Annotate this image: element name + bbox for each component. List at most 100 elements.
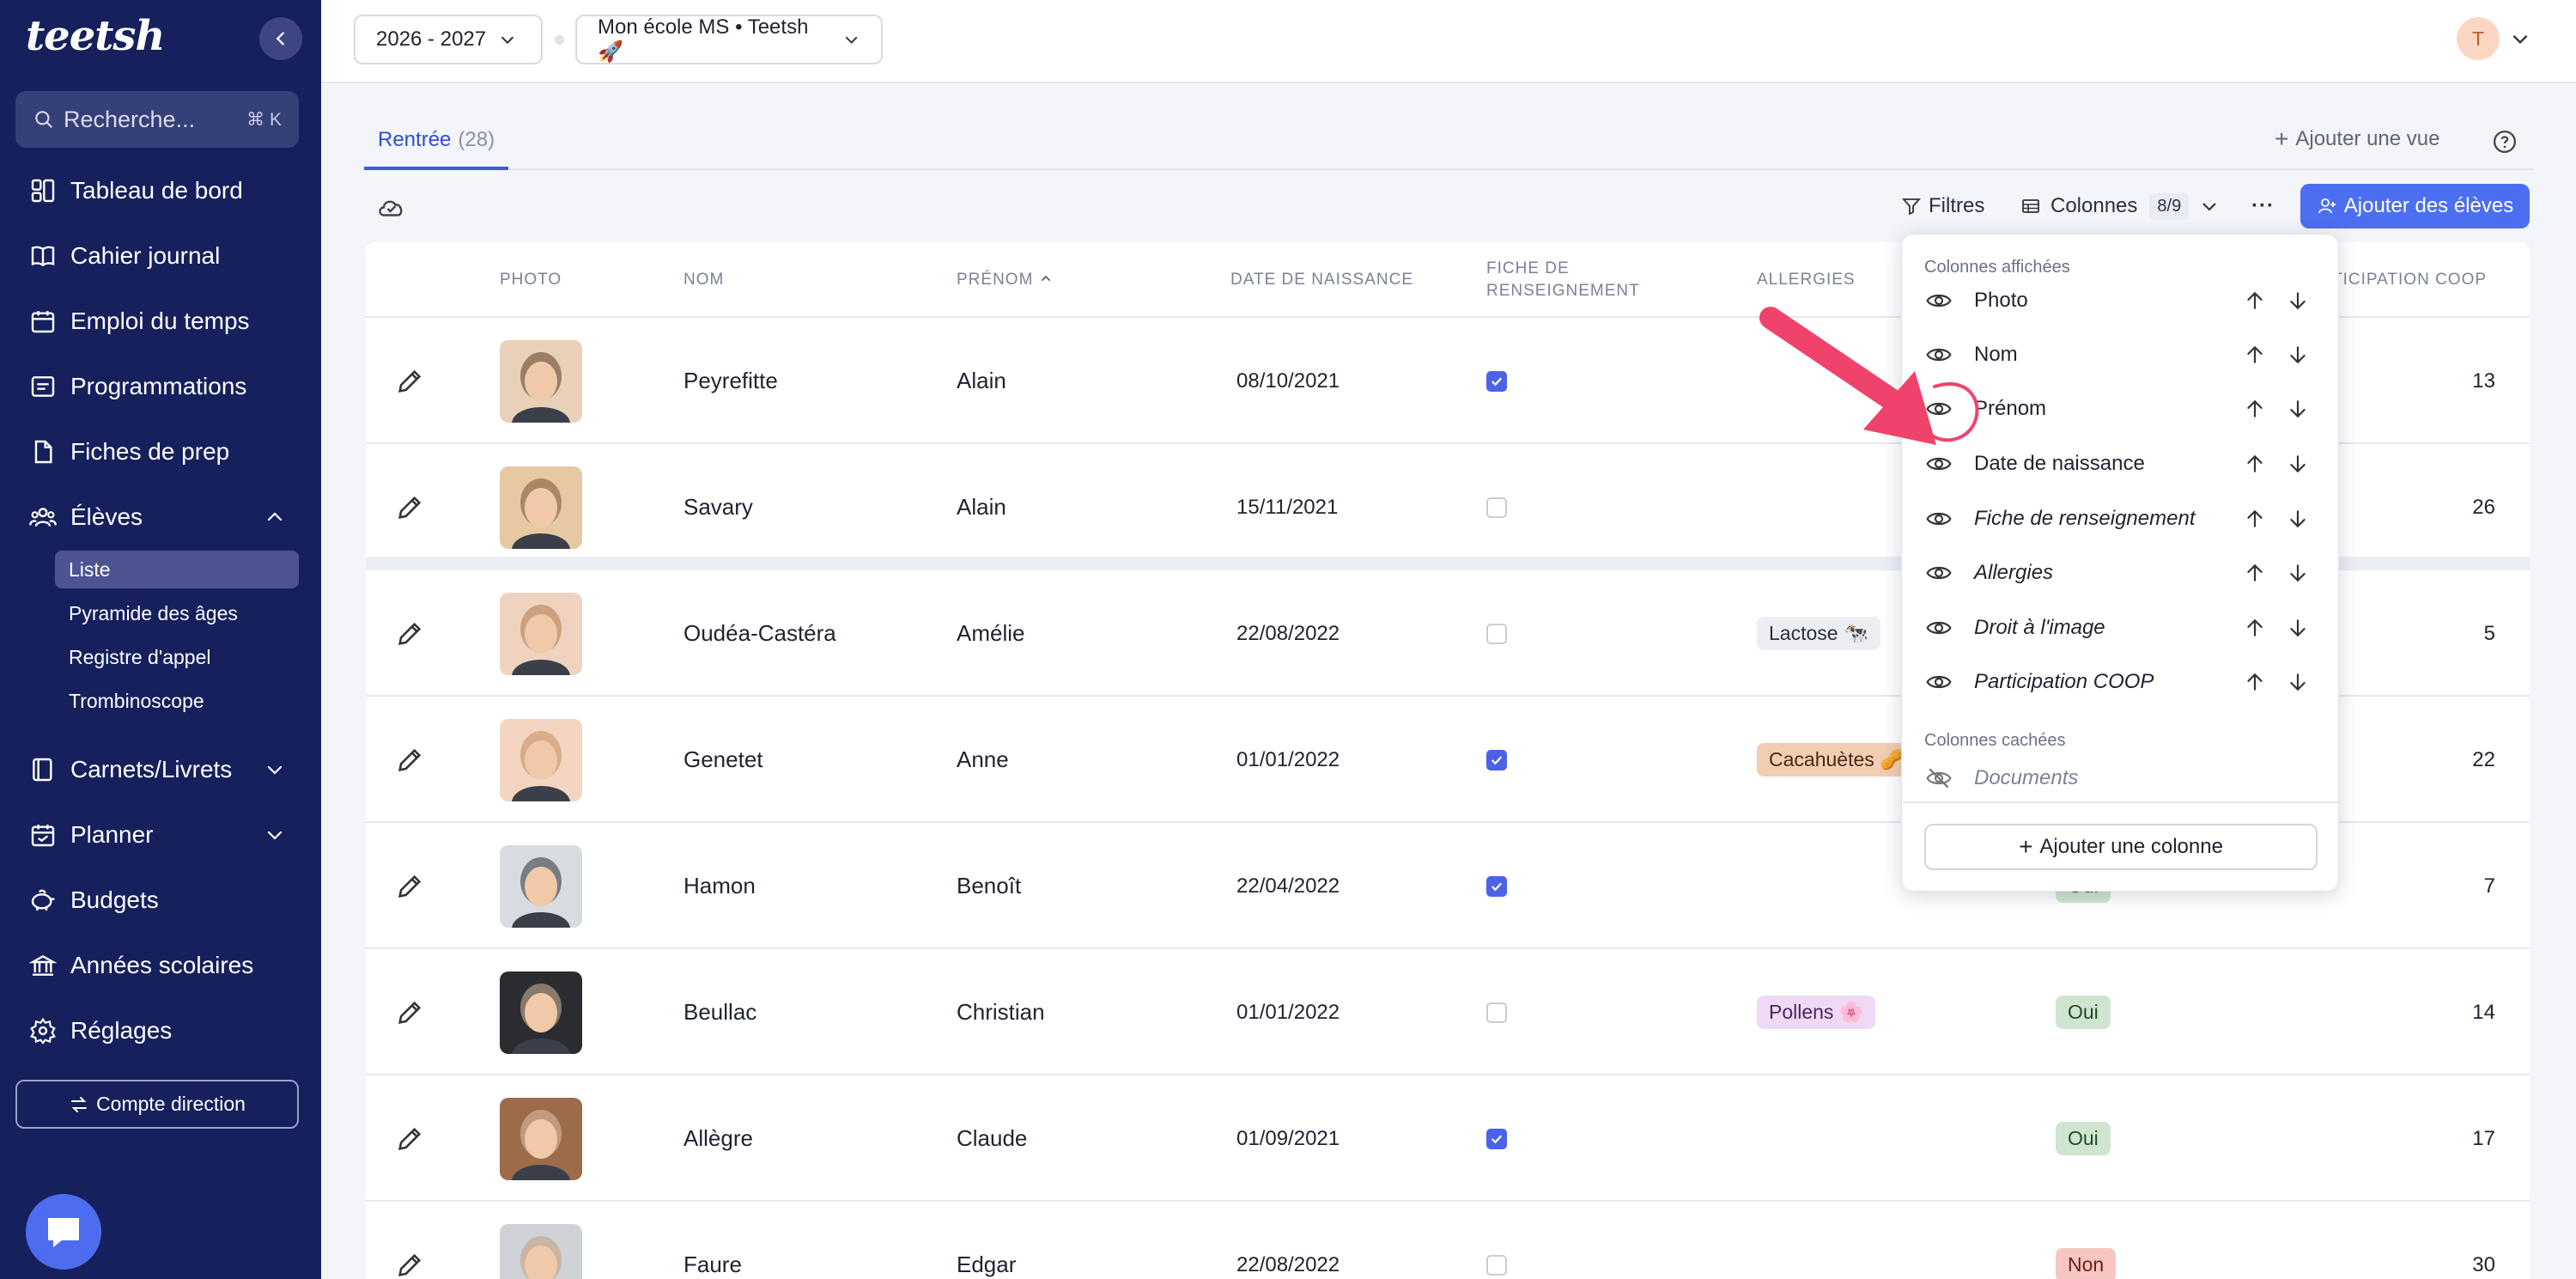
cloud-icon[interactable]: [376, 192, 407, 220]
hidden-column-documents[interactable]: Documents: [1924, 751, 2318, 805]
user-avatar[interactable]: T: [2457, 17, 2500, 60]
col-header-naissance[interactable]: DATE DE NAISSANCE: [1230, 269, 1413, 291]
table-row[interactable]: Beullac Christian 01/01/2022 Pollens 🌸 O…: [366, 949, 2530, 1075]
sidebar-sub-trombinoscope[interactable]: Trombinoscope: [55, 682, 299, 720]
eye-off-icon[interactable]: [1924, 767, 1953, 789]
eye-icon[interactable]: [1924, 509, 1953, 529]
student-photo[interactable]: [500, 1223, 582, 1279]
arrow-down-icon[interactable]: [2287, 507, 2309, 531]
student-photo[interactable]: [500, 592, 582, 675]
edit-button[interactable]: [381, 697, 438, 823]
arrow-down-icon[interactable]: [2287, 670, 2309, 694]
edit-button[interactable]: [381, 444, 438, 570]
edit-button[interactable]: [381, 823, 438, 949]
columns-button[interactable]: Colonnes 8/9: [2020, 187, 2220, 225]
arrow-up-icon[interactable]: [2244, 452, 2266, 476]
sidebar-sub-pyramide[interactable]: Pyramide des âges: [55, 594, 299, 632]
shown-column-item[interactable]: Fiche de renseignement: [1924, 491, 2318, 545]
fiche-checkbox[interactable]: [1486, 370, 1507, 392]
student-photo[interactable]: [500, 1097, 582, 1180]
nav-planner[interactable]: Planner: [27, 809, 302, 861]
student-photo[interactable]: [500, 844, 582, 928]
nav-programmations[interactable]: Programmations: [27, 361, 302, 412]
edit-button[interactable]: [381, 570, 438, 697]
arrow-up-icon[interactable]: [2244, 616, 2266, 640]
nav-fiches-de-prep[interactable]: Fiches de prep: [27, 426, 302, 478]
cell-naissance: 22/04/2022: [1236, 874, 1340, 898]
fiche-checkbox[interactable]: [1486, 875, 1507, 897]
nav-budgets[interactable]: Budgets: [27, 874, 302, 926]
nav-label: Carnets/Livrets: [70, 756, 233, 783]
arrow-down-icon[interactable]: [2287, 289, 2309, 313]
cell-image: Oui: [2056, 949, 2111, 1075]
school-year-select[interactable]: 2026 - 2027: [354, 15, 543, 64]
arrow-up-icon[interactable]: [2244, 397, 2266, 421]
arrow-down-icon[interactable]: [2287, 616, 2309, 640]
fiche-checkbox[interactable]: [1486, 1128, 1507, 1149]
col-header-photo[interactable]: PHOTO: [500, 269, 562, 291]
cell-prenom: Benoît: [957, 873, 1022, 898]
filters-button[interactable]: Filtres: [1901, 187, 1984, 225]
arrow-up-icon[interactable]: [2244, 289, 2266, 313]
fiche-checkbox[interactable]: [1486, 1254, 1507, 1276]
shown-column-item[interactable]: Allergies: [1924, 545, 2318, 600]
shown-column-item[interactable]: Participation COOP: [1924, 655, 2318, 709]
eye-icon[interactable]: [1924, 563, 1953, 583]
col-header-nom[interactable]: NOM: [683, 269, 724, 291]
add-students-button[interactable]: Ajouter des élèves: [2300, 184, 2530, 228]
collapse-sidebar-button[interactable]: [259, 17, 302, 60]
nav-eleves[interactable]: Élèves: [27, 491, 302, 543]
more-options-button[interactable]: ···: [2251, 187, 2275, 225]
shown-column-item[interactable]: Droit à l'image: [1924, 600, 2318, 655]
fiche-checkbox[interactable]: [1486, 1002, 1507, 1023]
edit-button[interactable]: [381, 1202, 438, 1279]
fiche-checkbox[interactable]: [1486, 496, 1507, 518]
arrow-up-icon[interactable]: [2244, 561, 2266, 585]
nav-carnets-livrets[interactable]: Carnets/Livrets: [27, 744, 302, 795]
nav-reglages[interactable]: Réglages: [27, 1005, 302, 1057]
sidebar-sub-registre[interactable]: Registre d'appel: [55, 638, 299, 676]
eye-icon[interactable]: [1924, 672, 1953, 692]
chevron-down-icon[interactable]: [2509, 27, 2531, 50]
table-row[interactable]: Faure Edgar 22/08/2022 Non 30: [366, 1202, 2530, 1279]
arrow-up-icon[interactable]: [2244, 507, 2266, 531]
nav-emploi-du-temps[interactable]: Emploi du temps: [27, 295, 302, 347]
col-header-allergies[interactable]: ALLERGIES: [1757, 269, 1856, 291]
cell-fiche: [1486, 949, 1507, 1075]
fiche-checkbox[interactable]: [1486, 623, 1507, 644]
col-header-coop[interactable]: TICIPATION COOP: [2332, 269, 2487, 291]
pencil-icon: [398, 1127, 422, 1150]
arrow-down-icon[interactable]: [2287, 397, 2309, 421]
fiche-checkbox[interactable]: [1486, 749, 1507, 770]
chat-button[interactable]: [26, 1194, 101, 1270]
school-select[interactable]: Mon école MS • Teetsh 🚀: [575, 15, 883, 64]
arrow-down-icon[interactable]: [2287, 452, 2309, 476]
nav-tableau-de-bord[interactable]: Tableau de bord: [27, 165, 302, 216]
arrow-up-icon[interactable]: [2244, 670, 2266, 694]
help-icon[interactable]: [2492, 129, 2518, 155]
add-column-button[interactable]: + Ajouter une colonne: [1924, 824, 2318, 870]
add-view-button[interactable]: + Ajouter une vue: [2275, 125, 2439, 153]
student-photo[interactable]: [500, 466, 582, 549]
student-photo[interactable]: [500, 971, 582, 1054]
eye-icon[interactable]: [1924, 618, 1953, 638]
nav-cahier-journal[interactable]: Cahier journal: [27, 230, 302, 282]
table-row[interactable]: Allègre Claude 01/09/2021 Oui 17: [366, 1075, 2530, 1202]
sidebar-sub-liste[interactable]: Liste: [55, 551, 299, 588]
edit-button[interactable]: [381, 318, 438, 444]
teetsh-logo[interactable]: teetsh: [26, 12, 165, 60]
edit-button[interactable]: [381, 949, 438, 1075]
arrow-down-icon[interactable]: [2287, 561, 2309, 585]
arrow-down-icon[interactable]: [2287, 343, 2309, 367]
search-input[interactable]: Recherche... ⌘ K: [15, 91, 299, 148]
compte-direction-button[interactable]: Compte direction: [15, 1080, 299, 1129]
edit-button[interactable]: [381, 1075, 438, 1202]
arrow-up-icon[interactable]: [2244, 343, 2266, 367]
student-photo[interactable]: [500, 339, 582, 423]
col-header-fiche[interactable]: FICHE DE RENSEIGNEMENT: [1486, 258, 1640, 302]
col-header-prenom[interactable]: PRÉNOM: [957, 269, 1053, 291]
tab-rentree[interactable]: Rentrée (28): [364, 113, 509, 170]
student-photo-cell: [500, 697, 582, 823]
nav-annees-scolaires[interactable]: Années scolaires: [27, 940, 302, 991]
student-photo[interactable]: [500, 718, 582, 801]
